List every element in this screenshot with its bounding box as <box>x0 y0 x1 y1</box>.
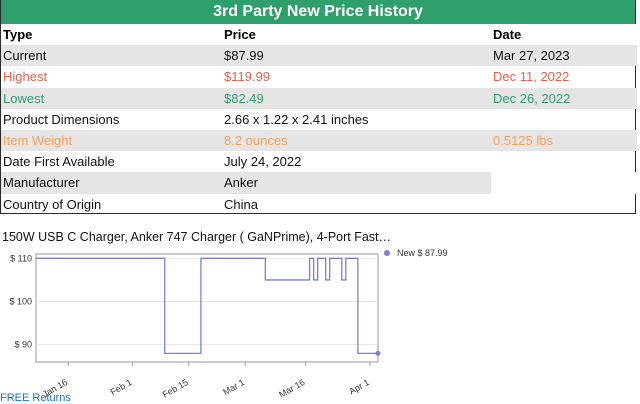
cell-price: China <box>224 196 258 212</box>
table-row: Item Weight 8.2 ounces 0.5125 lbs <box>1 129 637 152</box>
cell-date <box>491 172 637 194</box>
cell-date: 0.5125 lbs <box>491 129 637 152</box>
chart-legend[interactable]: New $ 87.99 <box>384 248 448 258</box>
y-tick-label: $ 100 <box>9 297 32 307</box>
legend-swatch <box>384 250 390 256</box>
x-tick-label: Feb 1 <box>109 377 134 397</box>
column-header-date: Date <box>491 24 637 46</box>
cell-type: Current <box>1 45 222 67</box>
table-row: Date First Available July 24, 2022 <box>1 151 637 172</box>
x-tick-label: Mar 16 <box>277 377 306 400</box>
cell-date <box>491 109 637 130</box>
price-history-title: 3rd Party New Price History <box>1 0 635 24</box>
table-row: Country of Origin China <box>1 194 637 215</box>
price-chart: $ 110 $ 100 $ 90 Jan 16 Feb 1 Feb 15 Mar 1 Mar … <box>0 246 640 400</box>
product-title[interactable]: 150W USB C Charger, Anker 747 Charger ( … <box>2 230 391 244</box>
current-price-marker <box>375 350 381 356</box>
cell-date: Dec 26, 2022 <box>491 87 637 109</box>
cell-date: Dec 11, 2022 <box>493 69 570 85</box>
x-tick-label: Apr 1 <box>347 377 371 396</box>
legend-label: New $ 87.99 <box>397 248 448 258</box>
price-series-line <box>36 257 378 355</box>
price-history-table: Type Price Date Current $87.99 Mar 27, 202… <box>1 24 637 215</box>
cell-type: Highest <box>3 69 48 85</box>
cell-date: Mar 27, 2023 <box>491 45 637 67</box>
y-tick-label: $ 110 <box>10 253 32 263</box>
cell-price: $119.99 <box>224 69 271 85</box>
cell-type: Item Weight <box>1 129 222 152</box>
y-tick-label: $ 90 <box>14 340 32 350</box>
cell-price: $87.99 <box>222 45 491 67</box>
cell-date <box>491 151 637 172</box>
plot-frame <box>35 253 379 363</box>
cell-price: $82.49 <box>222 87 491 109</box>
cell-price: 8.2 ounces <box>222 129 491 152</box>
x-tick-label: Mar 1 <box>221 377 246 397</box>
cell-price: July 24, 2022 <box>224 154 302 170</box>
column-header-type: Type <box>1 24 222 46</box>
table-row: Lowest $82.49 Dec 26, 2022 <box>1 87 637 109</box>
cell-date <box>491 194 637 215</box>
table-row: Manufacturer Anker <box>1 172 637 194</box>
cell-type: Date First Available <box>3 154 115 170</box>
price-chart-svg: $ 110$ 100$ 90Jan 16 Feb 1 Feb 15 Mar 1 Mar … <box>9 253 381 400</box>
cell-type: Product Dimensions <box>3 111 120 127</box>
table-header-row: Type Price Date <box>1 24 637 46</box>
price-history-panel: 3rd Party New Price History Type Price D… <box>0 0 637 215</box>
table-row: Highest $119.99 Dec 11, 2022 <box>1 66 637 87</box>
table-row: Current $87.99 Mar 27, 2023 <box>1 45 637 67</box>
cell-type: Manufacturer <box>1 172 222 194</box>
cell-price: 2.66 x 1.22 x 2.41 inches <box>224 111 369 127</box>
column-header-price: Price <box>222 24 491 46</box>
cell-type: Lowest <box>1 87 222 109</box>
cell-price: Anker <box>222 172 491 194</box>
free-returns-link[interactable]: FREE Returns <box>0 392 71 404</box>
cell-type: Country of Origin <box>3 196 102 212</box>
table-row: Product Dimensions 2.66 x 1.22 x 2.41 inc… <box>1 109 637 130</box>
x-tick-label: Feb 15 <box>161 377 190 400</box>
